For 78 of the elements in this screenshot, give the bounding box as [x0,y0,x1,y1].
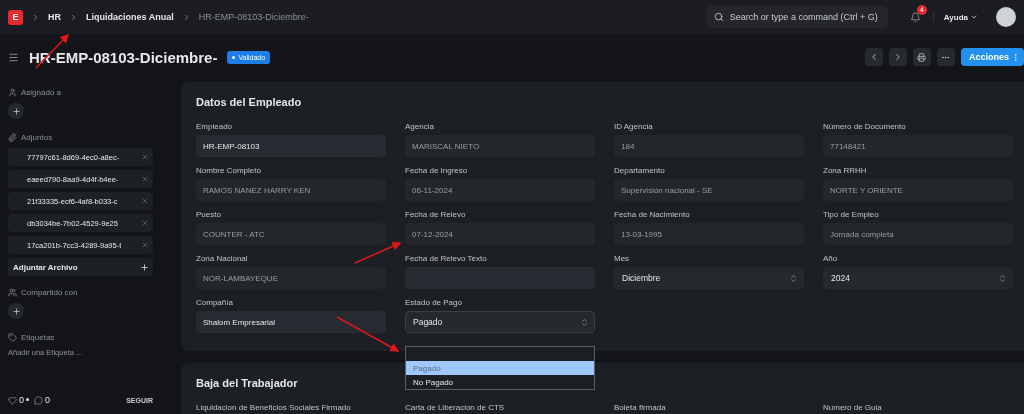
close-icon[interactable] [141,219,149,227]
comment-count: 0 [45,395,51,405]
close-icon[interactable] [141,153,149,161]
like-count: 0 [19,395,24,405]
next-button[interactable] [888,48,907,66]
comment-icon[interactable] [34,395,43,405]
close-icon[interactable] [141,241,149,249]
field-label: Carta de Liberacion de CTS [405,403,506,412]
heart-icon[interactable] [8,395,17,405]
field-label: Fecha de Relevo Texto [405,254,488,263]
field-label: Fecha de Relevo [405,210,467,219]
tag-icon [8,333,17,342]
breadcrumb-link[interactable]: HR-EMP-08103-Diciembre- [198,12,309,22]
field-label: Año [823,254,839,263]
select-field[interactable]: Diciembre [614,267,804,289]
field-label: Departamento [614,166,666,175]
section-title: Datos del Empleado [196,96,302,108]
field-label: Mes [614,254,631,263]
user-icon [8,88,17,97]
field-label: Fecha de Nacimiento [614,210,691,219]
field-label: Número de Documento [823,122,907,131]
chevron-updown-icon [998,273,1007,283]
chevron-updown-icon [789,273,798,283]
field-label: Zona RRHH [823,166,868,175]
field-label: Zona Nacional [196,254,249,263]
field-label: Estado de Pago [405,298,463,307]
plus-icon [140,262,149,272]
field-label: Liquidacion de Beneficios Sociales Firmado [196,403,352,412]
sidebar-heading: Adjuntos [21,133,53,142]
chevron-down-icon [970,13,978,21]
input-field[interactable]: Shalom Empresarial [196,311,386,333]
help-menu[interactable]: Ayuda [932,12,984,22]
select-field[interactable]: 2024 [823,267,1013,289]
search-field[interactable]: Search or type a command (Ctrl + G) [705,6,888,28]
chevron-right-icon [69,12,78,22]
add-share-button[interactable] [8,303,24,319]
chevron-updown-icon [580,317,589,327]
search-icon [713,12,724,22]
select-field[interactable]: Pagado [405,311,595,333]
more-button[interactable] [936,48,955,66]
sidebar-heading: Compartido con [21,288,78,297]
sidebar-heading: Etiquetas [21,333,55,342]
field-label: Agencia [405,122,435,131]
sidebar-heading: Asignado a [21,88,62,97]
attach-file-button[interactable]: Adjuntar Archivo [8,258,153,276]
field-label: Boleta firmada [614,403,667,412]
input-field[interactable]: HR-EMP-08103 [196,135,386,157]
field-label: ID Agencia [614,122,654,131]
print-button[interactable] [912,48,931,66]
previous-button[interactable] [864,48,883,66]
add-assignee-button[interactable] [8,103,24,119]
field-label: Tipo de Empleo [823,210,880,219]
field-label: Empleado [196,122,234,131]
plus-icon [11,106,21,116]
field-label: Fecha de Ingreso [405,166,469,175]
breadcrumb-link[interactable]: HR [48,12,61,22]
plus-icon [11,306,21,316]
annotation-arrow [354,241,402,264]
field-label: Numero de Guia [823,403,883,412]
section-title: Baja del Trabajador [196,377,298,389]
printer-icon [917,52,927,62]
paperclip-icon [8,133,17,142]
field-label: Compañía [196,298,234,307]
breadcrumb-link[interactable]: Liquidaciones Anual [86,12,174,22]
more-vertical-icon [1011,52,1020,62]
dropdown-option[interactable]: Pagado [406,361,594,375]
field-label: Puesto [196,210,222,219]
users-icon [8,288,17,297]
chevron-right-icon [31,12,40,22]
close-icon[interactable] [141,197,149,205]
annotation-arrow [336,316,400,352]
app-logo[interactable]: E [8,9,23,25]
close-icon[interactable] [141,175,149,183]
menu-icon[interactable] [8,51,19,63]
avatar-placeholder[interactable] [996,7,1016,27]
dropdown-option[interactable]: No Pagado [406,375,594,389]
notification-icon[interactable] [909,11,921,23]
field-label: Nombre Completo [196,166,262,175]
